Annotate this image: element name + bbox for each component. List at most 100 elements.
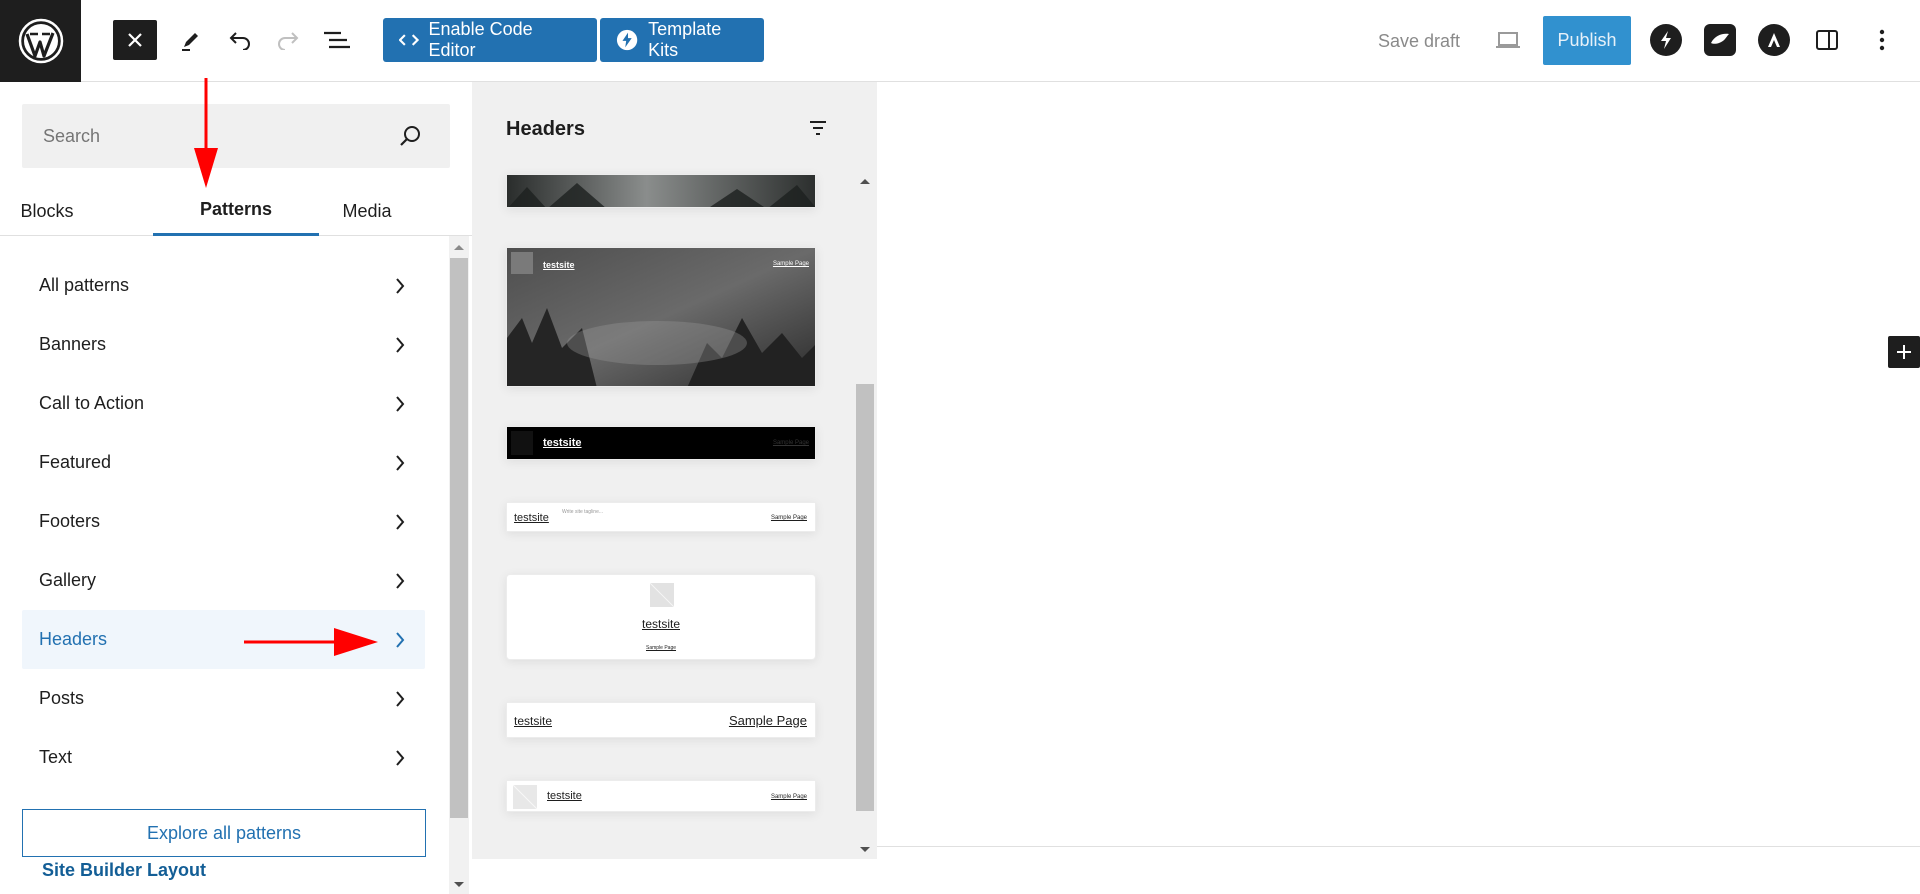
undo-button[interactable] [224,24,256,56]
chevron-right-icon [396,454,405,471]
search-icon[interactable] [400,125,422,152]
preview-site-title: testsite [547,790,582,802]
category-item-banners[interactable]: Banners [22,315,425,374]
preview-site-title: testsite [514,714,553,728]
pattern-preview-card[interactable]: testsite Write site tagline... Sample Pa… [506,502,816,532]
panel-title: Headers [506,118,585,140]
tab-blocks[interactable]: Blocks [0,186,94,236]
category-item-featured[interactable]: Featured [22,433,425,492]
tools-pen-button[interactable] [176,24,206,56]
tab-patterns[interactable]: Patterns [153,186,319,236]
pattern-preview-card[interactable]: testsite Sample Page [506,780,816,812]
category-item-all-patterns[interactable]: All patterns [22,256,425,315]
pattern-preview-card[interactable]: testsite Sample Page [506,426,816,460]
publish-button[interactable]: Publish [1543,16,1631,65]
category-label: Gallery [39,570,97,590]
wordpress-logo-icon[interactable] [0,0,81,82]
explore-all-patterns-button[interactable]: Explore all patterns [22,809,426,857]
preview-site-tagline: Write site tagline... [562,509,604,515]
template-kits-button[interactable]: Template Kits [600,18,764,62]
preview-logo-placeholder [513,785,537,809]
category-label: Text [39,747,73,767]
preview-sample-page-link: Sample Page [772,440,809,446]
enable-code-editor-label: Enable Code Editor [428,19,533,60]
pattern-preview-panel: Headers testsite Sample Page testsite Sa… [472,82,877,859]
category-label: Featured [39,452,112,472]
chevron-right-icon [396,690,405,707]
category-item-posts[interactable]: Posts [22,669,425,728]
site-builder-layout-link[interactable]: Site Builder Layout [42,860,206,881]
category-item-footers[interactable]: Footers [22,492,425,551]
settings-sidebar-button[interactable] [1812,26,1842,54]
preview-button[interactable] [1494,28,1522,52]
scrollbar-thumb[interactable] [856,384,874,811]
preview-sample-page-link: Sample Page [770,794,807,800]
category-item-text[interactable]: Text [22,728,425,787]
block-inserter-sidebar: Blocks Patterns Media All patterns Banne… [0,82,472,894]
plugin-astra-icon[interactable] [1758,24,1790,56]
sidebar-toggle-icon [1816,30,1838,50]
list-view-icon [324,31,350,49]
pattern-preview-card[interactable]: testsite Sample Page [506,702,816,738]
scroll-up-arrow-icon[interactable] [449,240,469,254]
close-icon [128,33,142,47]
preview-site-title: testsite [543,437,582,449]
tab-media[interactable]: Media [319,186,415,236]
redo-icon [278,32,299,50]
chevron-right-icon [396,631,405,648]
category-label: Footers [39,511,101,531]
pattern-preview-card[interactable] [506,174,816,208]
scroll-down-arrow-icon[interactable] [449,878,469,892]
search-box [22,104,450,168]
category-item-call-to-action[interactable]: Call to Action [22,374,425,433]
pen-icon [182,33,198,51]
filter-icon [810,121,826,135]
scroll-up-arrow-icon[interactable] [855,174,875,188]
enable-code-editor-button[interactable]: Enable Code Editor [383,18,597,62]
pattern-category-list: All patterns Banners Call to Action Feat… [22,256,425,787]
pattern-preview-card[interactable]: testsite Sample Page [506,247,816,387]
category-label: Banners [39,334,107,354]
add-block-button[interactable] [1888,336,1920,368]
chevron-right-icon [396,513,405,530]
document-overview-button[interactable] [320,24,354,56]
category-label: Call to Action [39,393,145,413]
inserter-tabs: Blocks Patterns Media [0,186,472,236]
category-item-gallery[interactable]: Gallery [22,551,425,610]
save-draft-button[interactable]: Save draft [1378,31,1460,52]
plus-icon [1897,345,1911,359]
lightning-logo-icon [616,29,638,51]
search-input[interactable] [22,104,392,168]
chevron-right-icon [396,277,405,294]
preview-sample-page-link: Sample Page [772,261,809,267]
preview-site-title: testsite [543,260,575,270]
category-label: All patterns [39,275,130,295]
code-icon [399,34,419,46]
preview-logo-placeholder [650,583,674,607]
preview-sample-page-link: Sample Page [645,645,677,651]
pattern-preview-card[interactable]: testsite Sample Page [506,574,816,660]
plugin-bird-icon[interactable] [1704,24,1736,56]
preview-site-title: testsite [514,512,549,524]
preview-logo-placeholder [511,431,533,455]
chevron-right-icon [396,336,405,353]
chevron-right-icon [396,572,405,589]
scrollbar-thumb[interactable] [450,258,468,818]
sidebar-scrollbar[interactable] [449,236,469,894]
preview-sample-page-link: Sample Page [770,515,807,521]
editor-canvas[interactable] [877,82,1920,847]
plugin-lightning-icon[interactable] [1650,24,1682,56]
redo-button[interactable] [272,24,304,56]
filter-button[interactable] [808,118,828,143]
undo-icon [229,32,250,50]
close-inserter-button[interactable] [113,20,157,60]
chevron-right-icon [396,749,405,766]
category-item-headers[interactable]: Headers [22,610,425,669]
preview-sample-page-link: Sample Page [728,713,807,728]
forest-image [507,175,815,207]
preview-site-title: testsite [641,617,680,631]
panel-scrollbar[interactable] [855,174,875,859]
scroll-down-arrow-icon[interactable] [855,843,875,857]
options-menu-button[interactable] [1870,24,1894,56]
desktop-preview-icon [1496,32,1520,48]
